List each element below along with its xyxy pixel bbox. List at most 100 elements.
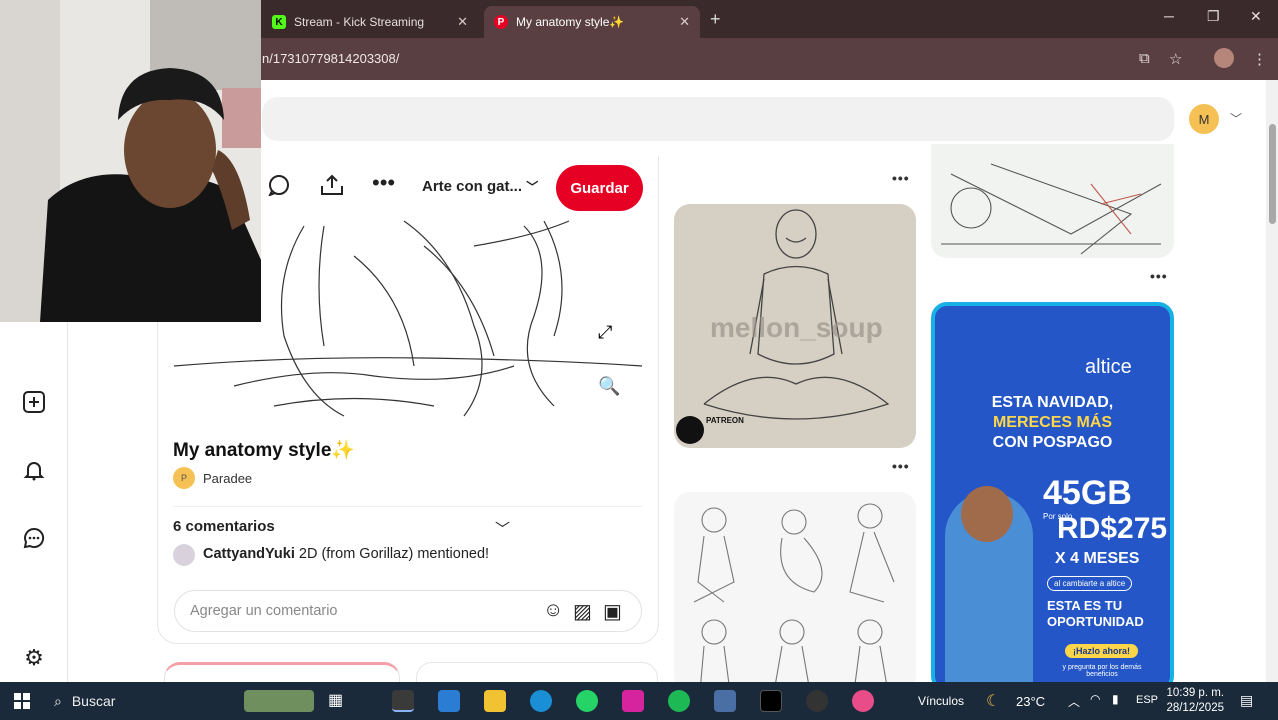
pinterest-icon: P <box>494 15 508 29</box>
pin-toolbar: ••• Arte con gat... ﹀ Guardar <box>262 162 654 212</box>
chevron-down-icon[interactable]: ﹀ <box>495 518 510 539</box>
ad-cta[interactable]: ¡Hazlo ahora! <box>1065 644 1139 658</box>
ad-fine: y pregunta por los demás beneficios <box>1062 664 1142 678</box>
pin-more-icon[interactable]: ••• <box>892 458 910 474</box>
patreon-label: PATREON <box>706 416 744 425</box>
task-view-icon[interactable]: ▦ <box>328 690 350 712</box>
bookmark-star-icon[interactable]: ☆ <box>1169 50 1182 68</box>
language-indicator[interactable]: ESP <box>1136 694 1158 706</box>
share-icon[interactable] <box>320 174 344 202</box>
scroll-thumb[interactable] <box>1269 124 1276 224</box>
pin-more-icon[interactable]: ••• <box>1150 268 1168 284</box>
weather-moon-icon[interactable]: ☾ <box>986 691 1000 711</box>
board-select[interactable]: Arte con gat... ﹀ <box>422 178 538 195</box>
chevron-down-icon[interactable]: ﹀ <box>1230 110 1242 127</box>
taskbar-search-highlight-image <box>244 690 314 712</box>
search-icon: ⌕ <box>54 692 62 709</box>
ad-pin-altice[interactable]: altice ESTA NAVIDAD, MERECES MÁS CON POS… <box>931 302 1174 682</box>
vinculos-toolbar[interactable]: Vínculos <box>918 694 964 708</box>
grid-pin-sketch-poses[interactable] <box>674 492 916 682</box>
file-explorer-icon[interactable] <box>484 690 506 712</box>
board-select-label: Arte con gat... <box>422 178 523 195</box>
more-options-icon[interactable]: ••• <box>372 170 395 196</box>
notepad-app-icon[interactable] <box>438 690 460 712</box>
tab-kick[interactable]: K Stream - Kick Streaming ✕ <box>262 6 478 38</box>
ad-chip: al cambiarte a altice <box>1047 576 1133 591</box>
instagram-app-icon[interactable] <box>622 690 644 712</box>
avatar[interactable]: M <box>1189 104 1219 134</box>
close-icon[interactable]: ✕ <box>457 14 468 30</box>
sticker-icon[interactable]: ▨ <box>573 599 592 624</box>
url-field[interactable]: n/17310779814203308/ <box>262 51 399 66</box>
close-icon[interactable]: ✕ <box>679 14 690 30</box>
comment-text: 2D (from Gorillaz) mentioned! <box>294 546 490 562</box>
comment: CattyandYuki 2D (from Gorillaz) mentione… <box>203 546 489 562</box>
clock[interactable]: 10:39 p. m. 28/12/2025 <box>1160 686 1224 716</box>
emoji-icon[interactable]: ☺ <box>543 599 563 622</box>
messages-icon[interactable] <box>20 524 48 552</box>
comments-count[interactable]: 6 comentarios <box>173 518 275 535</box>
wifi-icon[interactable]: ◠ <box>1090 692 1100 706</box>
tiktok-app-icon[interactable] <box>760 690 782 712</box>
grid-pin-sketch-lines[interactable] <box>931 144 1174 258</box>
edge-app-icon[interactable] <box>530 690 552 712</box>
microphone-icon[interactable]: ▮ <box>1112 692 1119 706</box>
pin-more-icon[interactable]: ••• <box>892 170 910 186</box>
browser-menu-icon[interactable]: ⋮ <box>1252 50 1267 68</box>
remote-desktop-icon[interactable] <box>714 690 736 712</box>
comment-input[interactable]: Agregar un comentario ☺ ▨ ▣ <box>174 590 642 632</box>
author-name[interactable]: Paradee <box>203 471 252 486</box>
taskbar-search-label: Buscar <box>71 693 116 709</box>
windows-start-icon[interactable] <box>14 693 30 709</box>
kick-icon: K <box>272 15 286 29</box>
ad-line3: CON POSPAGO <box>992 434 1113 451</box>
obs-app-icon[interactable] <box>806 690 828 712</box>
ad-op2: OPORTUNIDAD <box>1047 614 1144 629</box>
window-close-icon[interactable]: ✕ <box>1250 8 1262 25</box>
clock-date: 28/12/2025 <box>1166 702 1224 714</box>
clock-time: 10:39 p. m. <box>1166 687 1224 699</box>
webcam-overlay <box>0 0 261 322</box>
tab-title: My anatomy style✨ <box>516 15 625 29</box>
ad-gb: 45GB <box>1043 474 1132 512</box>
grid-pin-sketch-sitting[interactable]: mellon_soup PATREON <box>674 204 916 448</box>
app-icon[interactable] <box>852 690 874 712</box>
tab-pinterest[interactable]: P My anatomy style✨ ✕ <box>484 6 700 38</box>
ad-person-face <box>961 486 1013 542</box>
image-upload-icon[interactable]: ▣ <box>603 599 622 624</box>
comment-placeholder: Agregar un comentario <box>190 603 338 619</box>
notifications-icon[interactable]: ▤ <box>1240 692 1253 709</box>
related-card[interactable] <box>416 662 658 682</box>
ad-brand: altice <box>1085 356 1132 378</box>
settings-gear-icon[interactable]: ⚙ <box>20 644 48 672</box>
restore-icon[interactable]: ❐ <box>1207 8 1220 25</box>
bell-icon[interactable] <box>20 456 48 484</box>
author-avatar[interactable]: P <box>173 467 195 489</box>
expand-icon[interactable]: ⤢ <box>598 322 612 343</box>
create-icon[interactable] <box>20 388 48 416</box>
minimize-icon[interactable]: ─ <box>1164 8 1174 24</box>
page-scrollbar[interactable] <box>1266 80 1278 682</box>
install-app-icon[interactable]: ⧉ <box>1139 50 1150 67</box>
windows-taskbar: ⌕ Buscar ▦ Vínculos ☾ 23°C ︿ ◠ ▮ ESP 10:… <box>0 682 1278 720</box>
save-button[interactable]: Guardar <box>556 165 643 211</box>
browser-profile-avatar[interactable] <box>1214 48 1234 68</box>
visual-search-icon[interactable]: 🔍 <box>598 376 620 397</box>
comment-icon[interactable] <box>267 174 290 202</box>
ad-line1: ESTA NAVIDAD, <box>991 394 1114 411</box>
whatsapp-app-icon[interactable] <box>576 690 598 712</box>
new-tab-button[interactable]: + <box>710 9 721 30</box>
weather-temp[interactable]: 23°C <box>1016 694 1045 709</box>
related-card[interactable] <box>164 662 400 682</box>
ad-line2: MERECES MÁS <box>992 414 1113 431</box>
comment-user[interactable]: CattyandYuki <box>203 546 295 562</box>
tab-title: Stream - Kick Streaming <box>294 15 425 29</box>
ad-meses: X 4 MESES <box>1055 550 1140 567</box>
tray-chevron-icon[interactable]: ︿ <box>1068 693 1080 710</box>
spotify-app-icon[interactable] <box>668 690 690 712</box>
commenter-avatar[interactable] <box>173 544 195 566</box>
divider <box>173 506 642 507</box>
search-input[interactable] <box>262 97 1174 141</box>
ad-op1: ESTA ES TU <box>1047 598 1123 613</box>
chrome-app-icon[interactable] <box>392 690 414 712</box>
